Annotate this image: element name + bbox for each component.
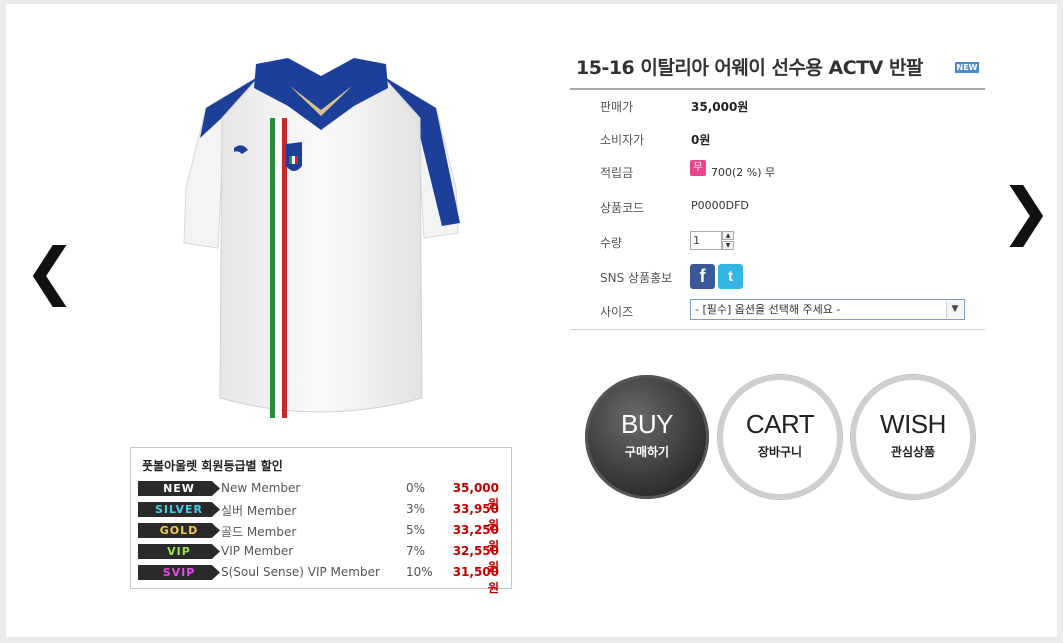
facebook-icon[interactable]: f	[690, 264, 715, 289]
wish-button-sublabel: 관심상품	[890, 445, 936, 459]
quantity-label: 수량	[600, 236, 623, 250]
size-label: 사이즈	[600, 305, 634, 319]
consumer-price-label: 소비자가	[600, 133, 645, 147]
quantity-input[interactable]: 1	[690, 231, 722, 250]
grade-name: 골드 Member	[221, 525, 297, 539]
grade-percent: 5%	[406, 523, 426, 537]
cart-button-label: CART	[745, 409, 815, 439]
points-badge-icon: 무	[690, 160, 706, 176]
buy-button[interactable]: BUY 구매하기	[585, 375, 709, 499]
discount-row: VIP VIP Member 7% 32,550원	[131, 541, 511, 574]
member-discount-box: 풋볼아울렛 회원등급별 할인 NEW New Member 0% 35,000원 SIL…	[130, 447, 512, 595]
discount-row: SILVER 실버 Member 3% 33,950원	[131, 499, 511, 532]
wish-button-label: WISH	[880, 409, 946, 439]
grade-percent: 0%	[406, 481, 426, 495]
prev-arrow-icon[interactable]: ❮	[24, 240, 76, 302]
product-code-value: P0000DFD	[691, 199, 749, 212]
grade-badge: VIP	[138, 544, 220, 559]
size-select-value: - [필수] 옵션을 선택해 주세요 -	[695, 303, 841, 316]
twitter-icon[interactable]: t	[718, 264, 743, 289]
grade-badge: GOLD	[138, 523, 220, 538]
grade-badge: SVIP	[138, 565, 220, 580]
quantity-down-icon[interactable]: ▼	[722, 241, 734, 250]
grade-percent: 7%	[406, 544, 426, 558]
buy-button-sublabel: 구매하기	[624, 445, 670, 459]
grade-name: New Member	[221, 481, 301, 495]
discount-row: GOLD 골드 Member 5% 33,250원	[131, 520, 511, 553]
wish-button[interactable]: WISH 관심상품	[851, 375, 975, 499]
new-badge-icon: NEW	[955, 62, 979, 73]
discount-row: NEW New Member 0% 35,000원	[131, 478, 511, 511]
grade-percent: 3%	[406, 502, 426, 516]
price-value: 35,000원	[691, 100, 749, 114]
product-title: 15-16 이탈리아 어웨이 선수용 ACTV 반팔	[576, 57, 923, 79]
grade-badge: SILVER	[138, 502, 220, 517]
grade-percent: 10%	[406, 565, 433, 579]
points-value: 700(2 %) 무	[711, 166, 776, 179]
grade-name: S(Soul Sense) VIP Member	[221, 565, 380, 579]
discount-title: 풋볼아울렛 회원등급별 할인	[142, 459, 283, 473]
grade-name: VIP Member	[221, 544, 294, 558]
product-image	[183, 58, 460, 418]
info-divider-top	[570, 88, 985, 90]
quantity-up-icon[interactable]: ▲	[722, 231, 734, 240]
product-code-label: 상품코드	[600, 201, 645, 215]
consumer-price-value: 0원	[691, 133, 711, 147]
chevron-down-icon: ▼	[946, 301, 963, 318]
grade-price: 31,500원	[452, 565, 499, 595]
size-select[interactable]: - [필수] 옵션을 선택해 주세요 - ▼	[690, 299, 965, 320]
price-label: 판매가	[600, 100, 634, 114]
sns-label: SNS 상품홍보	[600, 271, 673, 285]
buy-button-label: BUY	[621, 409, 673, 439]
cart-button-sublabel: 장바구니	[757, 445, 803, 459]
next-arrow-icon[interactable]: ❯	[1000, 180, 1052, 242]
info-divider-bottom	[570, 329, 985, 330]
grade-badge: NEW	[138, 481, 220, 496]
discount-row: SVIP S(Soul Sense) VIP Member 10% 31,500원	[131, 562, 511, 595]
grade-name: 실버 Member	[221, 504, 297, 518]
points-label: 적립금	[600, 166, 634, 180]
cart-button[interactable]: CART 장바구니	[718, 375, 842, 499]
